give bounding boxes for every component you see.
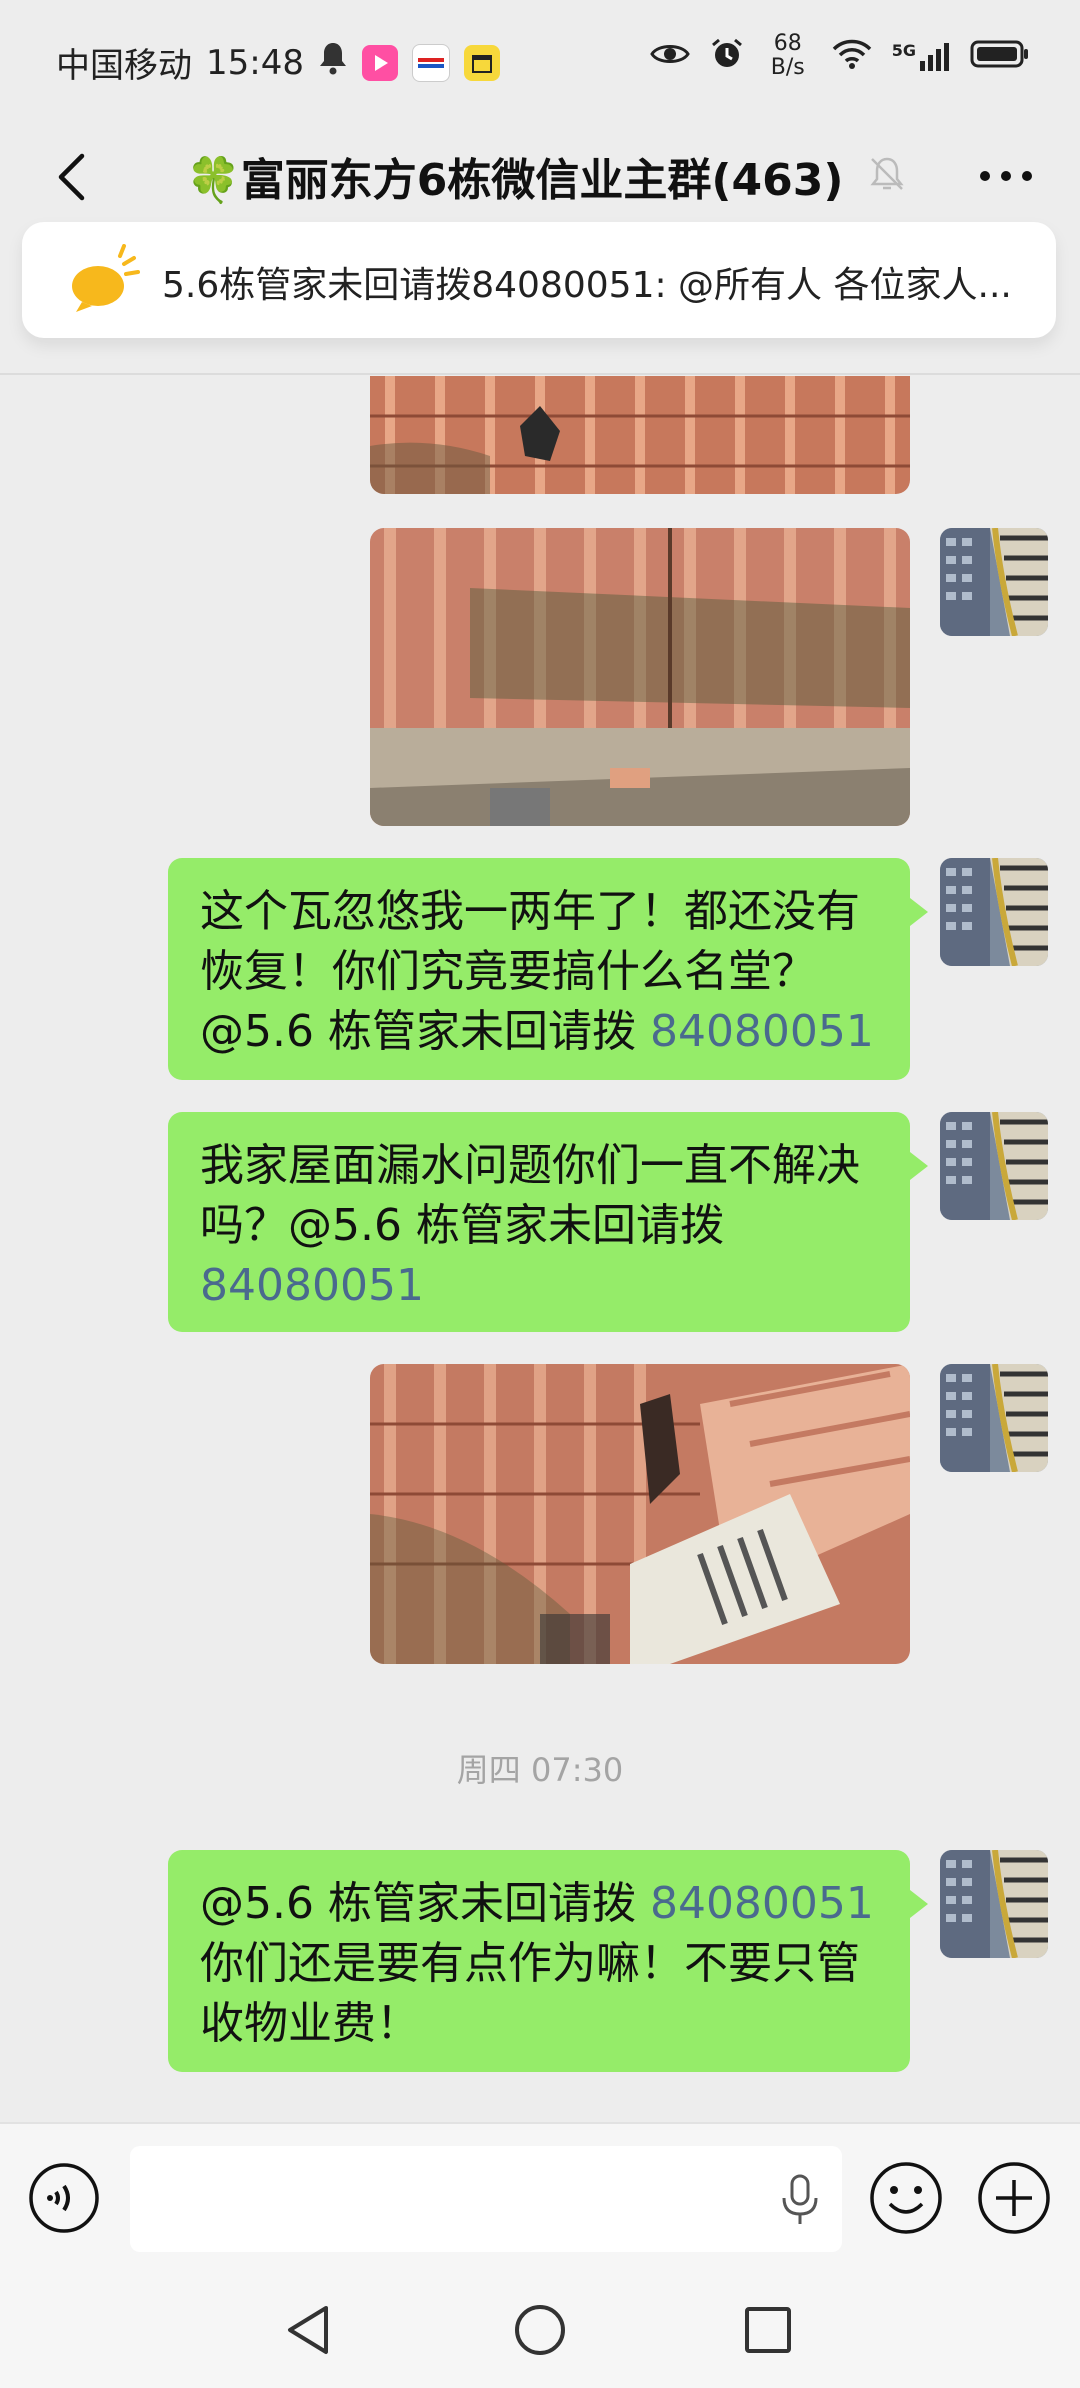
mic-icon[interactable] bbox=[780, 2174, 820, 2226]
avatar-building-icon bbox=[940, 1850, 1048, 1958]
wifi-icon bbox=[832, 39, 872, 73]
chat-title: 🍀富丽东方6栋微信业主群(463) bbox=[186, 155, 844, 206]
cell-signal-icon: 5G bbox=[892, 41, 950, 71]
input-bar bbox=[0, 2122, 1080, 2272]
avatar[interactable] bbox=[940, 1364, 1048, 1472]
message-text: 你们还是要有点作为嘛！不要只管收物业费！ bbox=[200, 1938, 860, 2049]
header-divider bbox=[0, 373, 1080, 375]
calendar-app-icon bbox=[463, 44, 500, 81]
image-message-roof-3[interactable] bbox=[370, 1364, 910, 1664]
message-text: @5.6 栋管家未回请拨 bbox=[200, 1878, 650, 1929]
image-message-roof-2[interactable] bbox=[370, 528, 910, 826]
avatar-building-icon bbox=[940, 1364, 1048, 1472]
status-left: 中国移动 15:48 bbox=[56, 38, 500, 87]
emoji-button[interactable] bbox=[868, 2160, 944, 2236]
status-bar: 中国移动 15:48 68 B/s 5G bbox=[0, 0, 1080, 118]
nav-home-button[interactable] bbox=[510, 2300, 570, 2360]
avatar[interactable] bbox=[940, 858, 1048, 966]
avatar-building-icon bbox=[940, 528, 1048, 636]
more-button[interactable] bbox=[968, 146, 1044, 206]
phone-number-link[interactable]: 84080051 bbox=[650, 1006, 874, 1057]
pinned-announcement[interactable]: 5.6栋管家未回请拨84080051: @所有人 各位家人... bbox=[22, 222, 1056, 338]
voice-icon bbox=[29, 2163, 99, 2233]
avatar[interactable] bbox=[940, 1850, 1048, 1958]
video-app-icon bbox=[361, 44, 398, 81]
eye-icon bbox=[649, 41, 690, 71]
text-message-2[interactable]: 我家屋面漏水问题你们一直不解决吗？@5.6 栋管家未回请拨 84080051 bbox=[168, 1112, 928, 1332]
plus-icon bbox=[978, 2162, 1050, 2234]
more-dots-icon bbox=[980, 171, 1032, 181]
carrier-label: 中国移动 bbox=[56, 46, 192, 86]
avatar[interactable] bbox=[940, 528, 1048, 636]
notification-bell-icon bbox=[318, 41, 348, 84]
phone-number-link[interactable]: 84080051 bbox=[200, 1260, 424, 1311]
message-input[interactable] bbox=[130, 2146, 842, 2252]
system-nav-bar bbox=[0, 2270, 1080, 2388]
net-speed: 68 B/s bbox=[764, 32, 812, 80]
nav-recents-icon bbox=[745, 2307, 791, 2353]
chat-title-area[interactable]: 🍀富丽东方6栋微信业主群(463) bbox=[186, 136, 907, 216]
avatar-building-icon bbox=[940, 1112, 1048, 1220]
status-right: 68 B/s 5G bbox=[649, 32, 1030, 80]
net-speed-unit: B/s bbox=[770, 55, 805, 80]
emoji-icon bbox=[870, 2162, 942, 2234]
phone-number-link[interactable]: 84080051 bbox=[650, 1878, 874, 1929]
nav-recents-button[interactable] bbox=[738, 2300, 798, 2360]
chat-header: 🍀富丽东方6栋微信业主群(463) bbox=[0, 118, 1080, 238]
signal-label: 5G bbox=[891, 41, 916, 60]
pinned-text: 5.6栋管家未回请拨84080051: @所有人 各位家人... bbox=[162, 265, 1012, 306]
image-message-roof-1[interactable] bbox=[370, 376, 910, 494]
megaphone-icon bbox=[62, 244, 142, 316]
net-speed-value: 68 bbox=[773, 31, 802, 56]
nav-home-icon bbox=[515, 2305, 565, 2355]
clock: 15:48 bbox=[206, 42, 304, 83]
avatar[interactable] bbox=[940, 1112, 1048, 1220]
mute-bell-icon bbox=[867, 154, 907, 198]
voice-button[interactable] bbox=[28, 2162, 100, 2234]
back-button[interactable] bbox=[36, 142, 106, 212]
timestamp: 周四 07:30 bbox=[456, 1751, 624, 1789]
message-text: 我家屋面漏水问题你们一直不解决吗？@5.6 栋管家未回请拨 bbox=[200, 1140, 860, 1251]
back-arrow-icon bbox=[58, 153, 85, 201]
text-message-3[interactable]: @5.6 栋管家未回请拨 84080051 你们还是要有点作为嘛！不要只管收物业… bbox=[168, 1850, 928, 2072]
avatar-building-icon bbox=[940, 858, 1048, 966]
text-message-1[interactable]: 这个瓦忽悠我一两年了！都还没有恢复！你们究竟要搞什么名堂？@5.6 栋管家未回请… bbox=[168, 858, 928, 1080]
nav-back-icon bbox=[288, 2306, 328, 2354]
alarm-icon bbox=[710, 37, 744, 75]
nav-back-button[interactable] bbox=[280, 2300, 340, 2360]
battery-icon bbox=[970, 39, 1030, 73]
plus-button[interactable] bbox=[976, 2160, 1052, 2236]
news-app-icon bbox=[411, 43, 450, 82]
